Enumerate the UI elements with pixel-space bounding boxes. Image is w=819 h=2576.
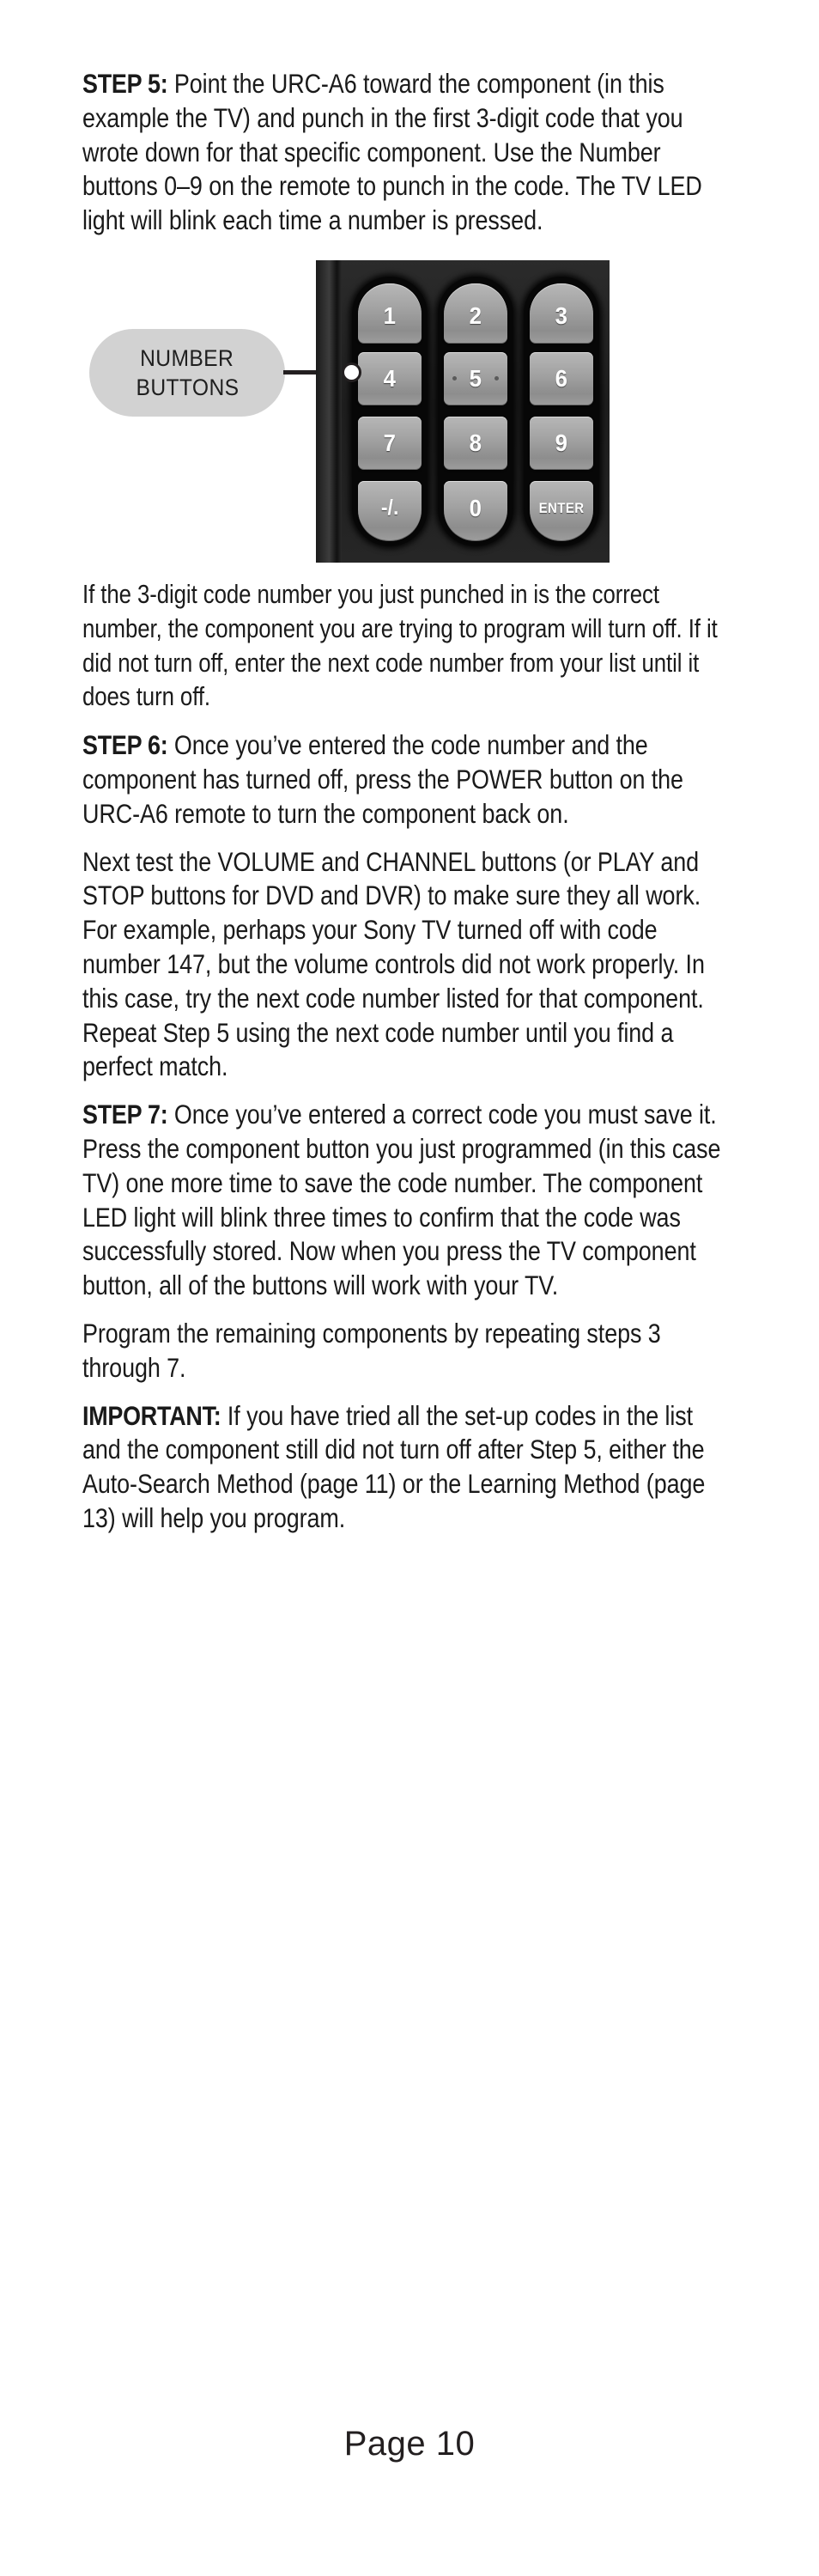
paragraph-important-lead: IMPORTANT: <box>82 1399 221 1431</box>
callout-line-1: NUMBER <box>140 344 234 371</box>
paragraph-step5-text: Point the URC-A6 toward the component (i… <box>82 68 702 236</box>
key-7[interactable]: 7 <box>358 416 422 470</box>
key-5[interactable]: 5 <box>444 351 507 405</box>
key-enter[interactable]: ENTER <box>530 480 593 541</box>
paragraph-step5-lead: STEP 5: <box>82 68 168 99</box>
paragraph-step6: STEP 6: Once you’ve entered the code num… <box>82 728 737 831</box>
paragraph-step7-lead: STEP 7: <box>82 1099 168 1130</box>
key-dash-dot-label: -/. <box>380 496 399 521</box>
paragraph-confirm-code-text: If the 3-digit code number you just punc… <box>82 580 718 712</box>
paragraph-step6-lead: STEP 6: <box>82 729 168 761</box>
key-4[interactable]: 4 <box>358 351 422 405</box>
keypad-column-2: 2 5 8 0 <box>438 276 513 546</box>
remote-bezel-left <box>330 259 342 563</box>
paragraph-test-buttons: Next test the VOLUME and CHANNEL buttons… <box>82 845 737 1085</box>
key-9-label: 9 <box>555 429 568 456</box>
number-buttons-callout: NUMBER BUTTONS <box>89 328 285 417</box>
key-dash-dot[interactable]: -/. <box>358 480 422 541</box>
remote-keypad-photo: 1 4 7 -/. 2 5 8 0 3 6 9 ENTER <box>316 259 610 563</box>
paragraph-confirm-code: If the 3-digit code number you just punc… <box>82 578 737 715</box>
key-8-label: 8 <box>469 429 482 456</box>
callout-leader-dot-icon <box>342 362 361 382</box>
key-6-label: 6 <box>555 364 568 392</box>
keypad-column-3: 3 6 9 ENTER <box>524 276 599 546</box>
key-3[interactable]: 3 <box>530 283 593 344</box>
key-9[interactable]: 9 <box>530 416 593 470</box>
paragraph-step5: STEP 5: Point the URC-A6 toward the comp… <box>82 67 737 238</box>
key-enter-label: ENTER <box>538 500 585 517</box>
key-0-label: 0 <box>469 494 482 521</box>
key-4-label: 4 <box>383 364 397 392</box>
key-1[interactable]: 1 <box>358 283 422 344</box>
key-1-label: 1 <box>383 301 397 329</box>
paragraph-step7: STEP 7: Once you’ve entered a correct co… <box>82 1098 737 1303</box>
key-2-label: 2 <box>469 301 482 329</box>
paragraph-repeat: Program the remaining components by repe… <box>82 1317 737 1385</box>
key-5-tactile-dot-right-icon <box>494 375 499 381</box>
key-5-tactile-dot-left-icon <box>452 375 457 381</box>
manual-page: STEP 5: Point the URC-A6 toward the comp… <box>0 0 819 2576</box>
number-buttons-figure: NUMBER BUTTONS 1 4 7 -/. 2 5 8 0 3 6 9 E… <box>82 259 737 563</box>
page-footer: Page 10 <box>0 2425 819 2463</box>
paragraph-step6-text: Once you’ve entered the code number and … <box>82 729 683 829</box>
paragraph-important: IMPORTANT: If you have tried all the set… <box>82 1399 737 1536</box>
paragraph-repeat-text: Program the remaining components by repe… <box>82 1317 661 1383</box>
page-content: STEP 5: Point the URC-A6 toward the comp… <box>82 67 737 1536</box>
key-2[interactable]: 2 <box>444 283 507 344</box>
remote-bezel-edge <box>316 259 330 563</box>
page-number: Page 10 <box>343 2425 476 2463</box>
key-5-label: 5 <box>469 364 482 392</box>
key-0[interactable]: 0 <box>444 480 507 541</box>
key-7-label: 7 <box>383 429 397 456</box>
paragraph-test-buttons-text: Next test the VOLUME and CHANNEL buttons… <box>82 845 705 1082</box>
key-8[interactable]: 8 <box>444 416 507 470</box>
key-3-label: 3 <box>555 301 568 329</box>
callout-line-2: BUTTONS <box>136 374 239 400</box>
paragraph-step7-text: Once you’ve entered a correct code you m… <box>82 1099 721 1301</box>
keypad-column-1: 1 4 7 -/. <box>352 276 428 546</box>
key-6[interactable]: 6 <box>530 351 593 405</box>
